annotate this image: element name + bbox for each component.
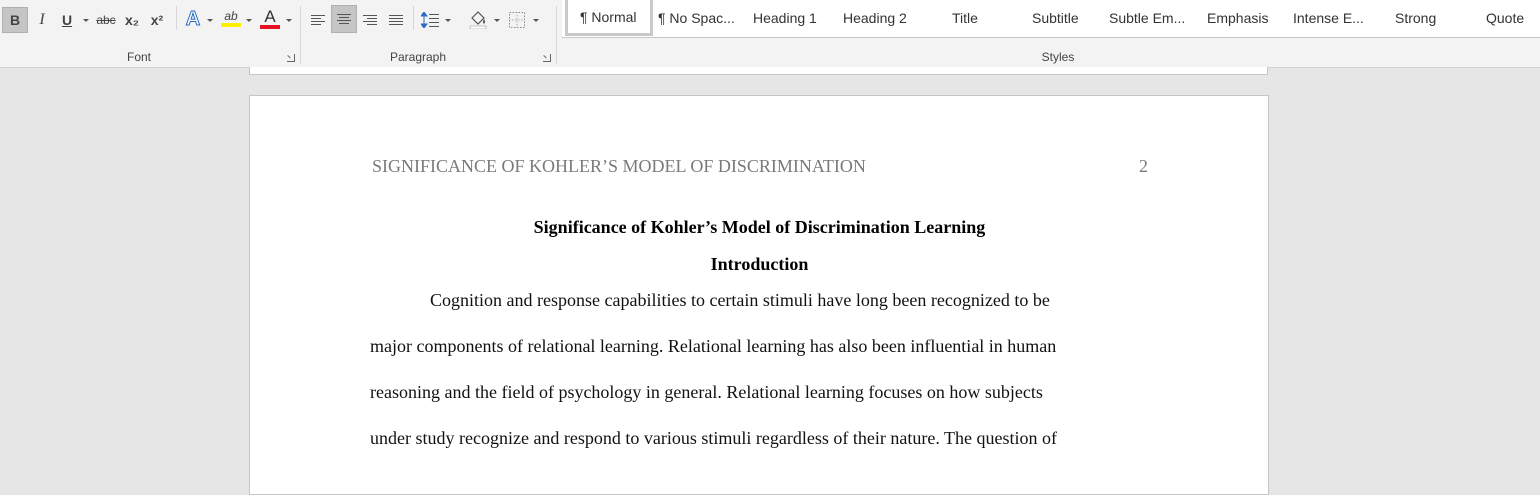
align-left-icon xyxy=(311,15,325,25)
align-left-button[interactable] xyxy=(306,7,330,33)
styles-group-label: Styles xyxy=(1041,50,1075,64)
font-separator xyxy=(176,6,177,30)
align-right-button[interactable] xyxy=(358,7,382,33)
paragraph-group-label: Paragraph xyxy=(389,50,447,64)
italic-label: I xyxy=(39,11,45,28)
body-line-2: major components of relational learning.… xyxy=(370,336,1057,356)
highlight-label: ab xyxy=(224,9,238,23)
paragraph-separator xyxy=(413,6,414,30)
style-quote[interactable]: Quote xyxy=(1486,0,1524,36)
font-color-dropdown-icon[interactable] xyxy=(286,19,292,22)
font-color-button[interactable]: A xyxy=(257,5,283,31)
font-color-label: A xyxy=(264,6,276,26)
strikethrough-button[interactable]: abc xyxy=(93,7,119,33)
justify-button[interactable] xyxy=(384,7,408,33)
text-effects-label: A xyxy=(185,7,201,30)
subscript-label: x₂ xyxy=(124,12,139,28)
highlight-color-bar xyxy=(221,23,241,27)
shading-bucket-icon xyxy=(469,11,487,29)
document-title: Significance of Kohler’s Model of Discri… xyxy=(533,217,986,237)
align-center-icon xyxy=(337,14,351,24)
style-no-spacing[interactable]: ¶ No Spac... xyxy=(658,0,735,36)
subscript-button[interactable]: x₂ xyxy=(121,7,143,33)
justify-icon xyxy=(389,15,403,25)
shading-button[interactable] xyxy=(465,6,491,32)
superscript-label: x² xyxy=(150,12,164,28)
font-group-divider xyxy=(300,6,301,64)
underline-label: U xyxy=(61,12,73,28)
styles-gallery: ¶ Normal ¶ No Spac... Heading 1 Heading … xyxy=(562,0,1540,38)
align-center-button[interactable] xyxy=(331,5,357,33)
line-spacing-button[interactable] xyxy=(418,7,442,33)
style-intense-emphasis[interactable]: Intense E... xyxy=(1293,0,1364,36)
paragraph-dialog-launcher-icon[interactable] xyxy=(543,54,551,62)
body-line-1: Cognition and response capabilities to c… xyxy=(430,290,1050,310)
font-group-label: Font xyxy=(126,50,152,64)
underline-button[interactable]: U xyxy=(56,7,78,33)
borders-button[interactable] xyxy=(505,7,529,33)
italic-button[interactable]: I xyxy=(30,7,54,33)
bold-label: B xyxy=(9,12,21,28)
section-heading: Introduction xyxy=(710,254,809,274)
highlight-button[interactable]: ab xyxy=(218,5,244,31)
style-normal[interactable]: ¶ Normal xyxy=(565,0,653,36)
running-head: SIGNIFICANCE OF KOHLER’S MODEL OF DISCRI… xyxy=(372,156,866,176)
style-emphasis[interactable]: Emphasis xyxy=(1207,0,1268,36)
style-subtitle[interactable]: Subtitle xyxy=(1032,0,1079,36)
bold-button[interactable]: B xyxy=(2,7,28,33)
previous-page-bottom xyxy=(249,67,1268,75)
align-right-icon xyxy=(363,15,377,25)
document-page[interactable]: SIGNIFICANCE OF KOHLER’S MODEL OF DISCRI… xyxy=(249,95,1269,495)
line-spacing-icon xyxy=(421,12,439,28)
style-subtle-emphasis[interactable]: Subtle Em... xyxy=(1109,0,1185,36)
line-spacing-dropdown-icon[interactable] xyxy=(445,19,451,22)
page-number: 2 xyxy=(1139,156,1148,176)
highlight-dropdown-icon[interactable] xyxy=(246,19,252,22)
shading-dropdown-icon[interactable] xyxy=(494,19,500,22)
borders-dropdown-icon[interactable] xyxy=(533,19,539,22)
style-heading-1[interactable]: Heading 1 xyxy=(753,0,817,36)
font-dialog-launcher-icon[interactable] xyxy=(287,54,295,62)
borders-icon xyxy=(509,12,525,28)
font-color-bar xyxy=(260,24,280,29)
style-title[interactable]: Title xyxy=(952,0,978,36)
strikethrough-label: abc xyxy=(96,13,116,27)
superscript-button[interactable]: x² xyxy=(146,7,168,33)
text-effects-button[interactable]: A xyxy=(181,6,205,32)
ribbon: B I U abc x₂ x² A ab A Font Paragraph ¶ … xyxy=(0,0,1540,68)
style-heading-2[interactable]: Heading 2 xyxy=(843,0,907,36)
body-line-4: under study recognize and respond to var… xyxy=(370,428,1057,448)
style-strong[interactable]: Strong xyxy=(1395,0,1436,36)
underline-dropdown-icon[interactable] xyxy=(83,19,89,22)
body-line-3: reasoning and the field of psychology in… xyxy=(370,382,1043,402)
text-effects-dropdown-icon[interactable] xyxy=(207,19,213,22)
paragraph-group-divider xyxy=(556,6,557,64)
